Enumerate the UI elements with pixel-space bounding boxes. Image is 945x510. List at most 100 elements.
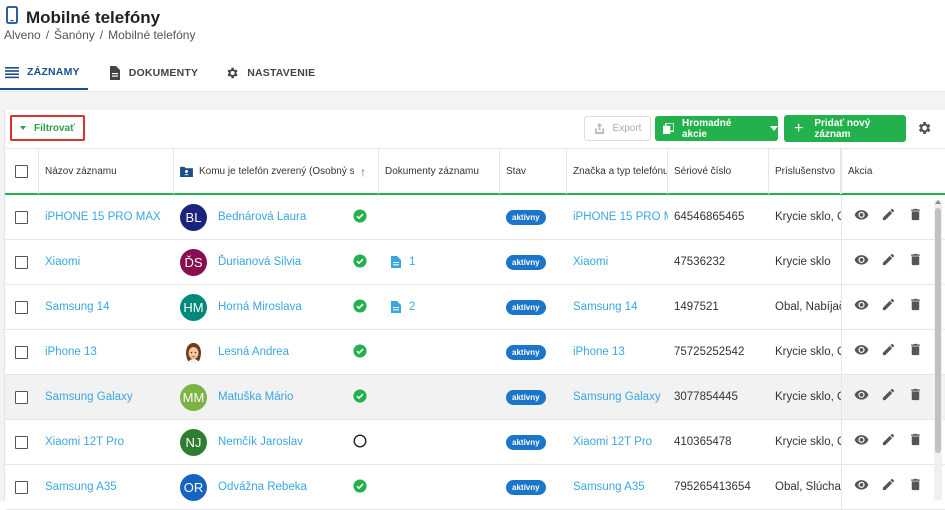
brand-link[interactable]: Samsung A35 <box>573 481 645 493</box>
breadcrumb-item-alveno[interactable]: Alveno <box>4 28 41 42</box>
record-name-link[interactable]: Samsung A35 <box>45 481 117 493</box>
owner-link[interactable]: Odvážna Rebeka <box>218 481 353 493</box>
owner-link[interactable]: Ďurianová Silvia <box>218 256 353 268</box>
column-header-brand[interactable]: Značka a typ telefónu <box>567 149 668 194</box>
row-checkbox[interactable] <box>15 480 28 494</box>
tab-nastavenie[interactable]: NASTAVENIE <box>220 56 323 90</box>
brand-link[interactable]: Xiaomi <box>573 256 608 268</box>
brand-link[interactable]: iPHONE 15 PRO MAX <box>573 211 668 223</box>
column-header-owner[interactable]: Komu je telefón zverený (Osobný spis) ↑ <box>174 149 379 194</box>
scrollbar-thumb[interactable] <box>935 208 941 453</box>
trash-icon[interactable] <box>908 477 923 497</box>
table-row[interactable]: Samsung A35 OR Odvážna Rebeka aktívny Samsun… <box>5 465 945 510</box>
eye-icon[interactable] <box>854 342 869 362</box>
table-row[interactable]: iPhone 13 Lesná Andrea aktívny iPhone 13 757… <box>5 330 945 375</box>
accessories-text: Krycie sklo, Obal <box>775 346 841 358</box>
serial-cell: 47536232 <box>668 240 769 284</box>
vertical-scrollbar[interactable] <box>934 200 942 500</box>
row-checkbox[interactable] <box>15 435 28 449</box>
column-header-name[interactable]: Názov záznamu <box>39 149 174 194</box>
row-checkbox[interactable] <box>15 390 28 404</box>
owner-link[interactable]: Lesná Andrea <box>218 346 353 358</box>
pencil-icon[interactable] <box>881 387 896 407</box>
brand-link[interactable]: Xiaomi 12T Pro <box>573 436 652 448</box>
column-header-serial[interactable]: Sériové číslo <box>668 149 769 194</box>
eye-icon[interactable] <box>854 477 869 497</box>
record-name-link[interactable]: Samsung 14 <box>45 301 110 313</box>
content-area: Filtrovať Export Hromadné akcie + Pridať… <box>0 92 945 510</box>
sort-arrow-icon[interactable]: ↑ <box>360 165 366 179</box>
eye-icon[interactable] <box>854 432 869 452</box>
brand-link[interactable]: iPhone 13 <box>573 346 625 358</box>
eye-icon[interactable] <box>854 207 869 227</box>
trash-icon[interactable] <box>908 207 923 227</box>
status-badge: aktívny <box>506 254 546 270</box>
avatar[interactable]: HM <box>180 293 207 321</box>
scroll-up-arrow-icon[interactable] <box>935 200 941 204</box>
trash-icon[interactable] <box>908 342 923 362</box>
column-header-actions: Akcia <box>841 149 945 194</box>
row-checkbox[interactable] <box>15 210 28 224</box>
column-header-status[interactable]: Stav <box>500 149 567 194</box>
table-settings-button[interactable] <box>916 120 932 136</box>
trash-icon[interactable] <box>908 297 923 317</box>
column-header-accessories[interactable]: Príslušenstvo <box>769 149 841 194</box>
row-checkbox[interactable] <box>15 345 28 359</box>
avatar[interactable]: NJ <box>180 428 207 456</box>
export-label: Export <box>612 123 642 134</box>
owner-link[interactable]: Bednárová Laura <box>218 211 353 223</box>
row-checkbox[interactable] <box>15 255 28 269</box>
owner-link[interactable]: Nemčík Jaroslav <box>218 436 353 448</box>
trash-icon[interactable] <box>908 252 923 272</box>
record-name-link[interactable]: iPhone 13 <box>45 346 97 358</box>
eye-icon[interactable] <box>854 252 869 272</box>
owner-link[interactable]: Horná Miroslava <box>218 301 353 313</box>
table-row[interactable]: iPHONE 15 PRO MAX BL Bednárová Laura aktívn… <box>5 195 945 240</box>
record-name-cell: Samsung Galaxy <box>39 375 174 419</box>
tab-dokumenty[interactable]: DOKUMENTY <box>102 56 206 90</box>
row-checkbox[interactable] <box>15 300 28 314</box>
avatar[interactable]: ĎS <box>180 248 207 276</box>
record-name-link[interactable]: Xiaomi <box>45 256 80 268</box>
owner-link[interactable]: Matuška Mário <box>218 391 353 403</box>
eye-icon[interactable] <box>854 297 869 317</box>
serial-number: 1497521 <box>674 301 719 313</box>
export-button[interactable]: Export <box>584 116 651 141</box>
documents-link[interactable]: 1 <box>391 256 415 268</box>
breadcrumb-item-sanony[interactable]: Šanóny <box>54 28 95 42</box>
table-row[interactable]: Samsung Galaxy MM Matuška Mário aktívny Sams… <box>5 375 945 420</box>
record-name-link[interactable]: Xiaomi 12T Pro <box>45 436 124 448</box>
brand-link[interactable]: Samsung Galaxy <box>573 391 661 403</box>
documents-link[interactable]: 2 <box>391 301 415 313</box>
trash-icon[interactable] <box>908 432 923 452</box>
bulk-actions-button[interactable]: Hromadné akcie <box>655 116 778 141</box>
pencil-icon[interactable] <box>881 477 896 497</box>
avatar[interactable]: OR <box>180 473 207 501</box>
eye-icon[interactable] <box>854 387 869 407</box>
brand-link[interactable]: Samsung 14 <box>573 301 638 313</box>
record-name-link[interactable]: iPHONE 15 PRO MAX <box>45 211 161 223</box>
row-actions <box>841 240 945 284</box>
row-select-cell <box>5 195 39 239</box>
pencil-icon[interactable] <box>881 297 896 317</box>
table-row[interactable]: Xiaomi ĎS Ďurianová Silvia 1 aktívny Xiaomi 47… <box>5 240 945 285</box>
pencil-icon[interactable] <box>881 432 896 452</box>
trash-icon[interactable] <box>908 387 923 407</box>
record-name-link[interactable]: Samsung Galaxy <box>45 391 133 403</box>
pencil-icon[interactable] <box>881 252 896 272</box>
add-record-button[interactable]: + Pridať nový záznam <box>784 115 906 142</box>
table-row[interactable]: Samsung 14 HM Horná Miroslava 2 aktívny Samsu… <box>5 285 945 330</box>
pencil-icon[interactable] <box>881 342 896 362</box>
avatar[interactable] <box>180 338 207 366</box>
avatar[interactable]: MM <box>180 383 207 411</box>
row-select-cell <box>5 465 39 509</box>
avatar[interactable]: BL <box>180 203 207 231</box>
filter-button[interactable]: Filtrovať <box>10 115 85 141</box>
table-row[interactable]: Xiaomi 12T Pro NJ Nemčík Jaroslav aktívny Xi… <box>5 420 945 465</box>
tab-zaznamy[interactable]: ZÁZNAMY <box>0 56 88 90</box>
tab-label: DOKUMENTY <box>128 67 199 79</box>
status-cell: aktívny <box>500 330 567 374</box>
select-all-checkbox[interactable] <box>15 165 28 178</box>
pencil-icon[interactable] <box>881 207 896 227</box>
column-header-documents[interactable]: Dokumenty záznamu <box>379 149 500 194</box>
